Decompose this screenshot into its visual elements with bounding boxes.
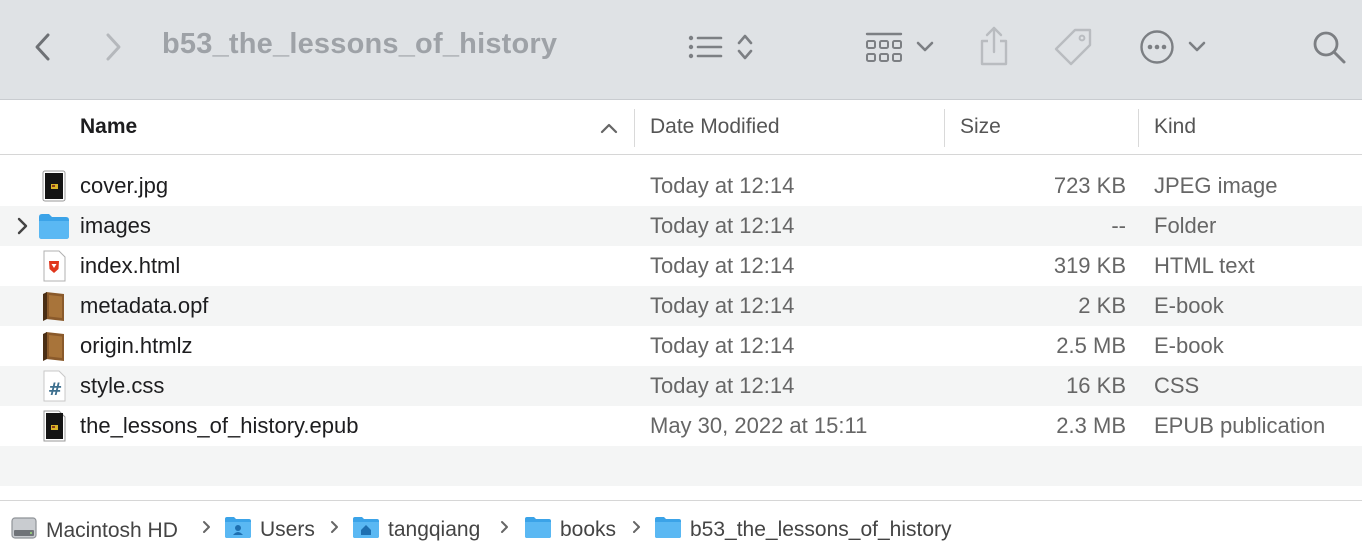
file-name: cover.jpg	[80, 173, 169, 198]
file-size: 319 KB	[1053, 253, 1126, 278]
file-row[interactable]: # style.css Today at 12:14 16 KB CSS	[0, 366, 1362, 406]
path-item-macintosh-hd[interactable]: Macintosh HD	[10, 515, 178, 546]
path-item-books[interactable]: books	[524, 515, 616, 544]
html-file-icon	[40, 250, 68, 282]
file-kind: E-book	[1154, 293, 1224, 318]
file-date: Today at 12:14	[650, 173, 795, 198]
file-kind: HTML text	[1154, 253, 1255, 278]
search-icon[interactable]	[1310, 28, 1348, 66]
path-item-users[interactable]: Users	[224, 515, 315, 544]
toolbar: b53_the_lessons_of_history	[0, 0, 1362, 100]
file-row[interactable]: index.html Today at 12:14 319 KB HTML te…	[0, 246, 1362, 286]
file-kind: EPUB publication	[1154, 413, 1326, 438]
file-date: Today at 12:14	[650, 373, 795, 398]
empty-row-band	[0, 446, 1362, 486]
folder-icon	[38, 212, 70, 240]
ebook-icon	[40, 290, 68, 322]
file-name: index.html	[80, 253, 181, 278]
epub-file-icon	[40, 410, 68, 442]
file-kind: Folder	[1154, 213, 1217, 238]
users-folder-icon	[224, 515, 252, 544]
path-bar: Macintosh HD Users tangqiang books b53_t…	[0, 500, 1362, 553]
path-item-current-folder[interactable]: b53_the_lessons_of_history	[654, 515, 952, 544]
column-divider[interactable]	[944, 109, 945, 147]
column-header: Name Date Modified Size Kind	[0, 101, 1362, 155]
tag-icon[interactable]	[1052, 26, 1094, 68]
path-separator-icon	[632, 520, 641, 539]
sort-updown-icon[interactable]	[734, 30, 756, 64]
list-view-icon[interactable]	[686, 30, 724, 64]
path-item-tangqiang[interactable]: tangqiang	[352, 515, 480, 544]
path-item-label: tangqiang	[388, 517, 481, 541]
file-size: 723 KB	[1053, 173, 1126, 198]
sort-ascending-icon[interactable]	[600, 121, 618, 139]
window-title: b53_the_lessons_of_history	[162, 28, 558, 60]
file-size: 2 KB	[1078, 293, 1126, 318]
group-icon[interactable]	[862, 28, 906, 66]
file-size: 2.3 MB	[1056, 413, 1126, 438]
ebook-icon	[40, 330, 68, 362]
column-date-modified[interactable]: Date Modified	[650, 115, 780, 139]
column-kind[interactable]: Kind	[1154, 115, 1196, 139]
file-name: metadata.opf	[80, 293, 209, 318]
file-name: style.css	[80, 373, 165, 398]
folder-icon	[654, 515, 682, 544]
file-kind: JPEG image	[1154, 173, 1278, 198]
column-divider[interactable]	[634, 109, 635, 147]
more-chevron-down-icon[interactable]	[1186, 36, 1208, 58]
file-date: Today at 12:14	[650, 333, 795, 358]
more-icon[interactable]	[1138, 28, 1176, 66]
path-item-label: books	[560, 517, 617, 541]
file-name: the_lessons_of_history.epub	[80, 413, 359, 438]
path-item-label: Macintosh HD	[46, 518, 178, 542]
back-icon[interactable]	[28, 30, 56, 64]
file-row[interactable]: images Today at 12:14 -- Folder	[0, 206, 1362, 246]
file-row[interactable]: cover.jpg Today at 12:14 723 KB JPEG ima…	[0, 166, 1362, 206]
path-separator-icon	[500, 520, 509, 539]
path-separator-icon	[202, 520, 211, 539]
column-size[interactable]: Size	[960, 115, 1001, 139]
chevron-down-icon[interactable]	[914, 36, 936, 58]
file-kind: CSS	[1154, 373, 1200, 398]
svg-text:#: #	[48, 380, 62, 400]
folder-icon	[524, 515, 552, 544]
file-row[interactable]: origin.htmlz Today at 12:14 2.5 MB E-boo…	[0, 326, 1362, 366]
file-date: Today at 12:14	[650, 293, 795, 318]
file-row[interactable]: the_lessons_of_history.epub May 30, 2022…	[0, 406, 1362, 446]
file-date: Today at 12:14	[650, 213, 795, 238]
hard-drive-icon	[10, 515, 38, 546]
file-date: Today at 12:14	[650, 253, 795, 278]
file-size: 2.5 MB	[1056, 333, 1126, 358]
file-date: May 30, 2022 at 15:11	[650, 413, 868, 438]
forward-icon[interactable]	[100, 30, 128, 64]
path-item-label: Users	[260, 517, 315, 541]
file-kind: E-book	[1154, 333, 1224, 358]
css-file-icon: #	[40, 370, 68, 402]
home-folder-icon	[352, 515, 380, 544]
jpeg-file-icon	[40, 170, 68, 202]
file-name: images	[80, 213, 151, 238]
column-name[interactable]: Name	[80, 115, 137, 139]
column-divider[interactable]	[1138, 109, 1139, 147]
file-row[interactable]: metadata.opf Today at 12:14 2 KB E-book	[0, 286, 1362, 326]
file-list: cover.jpg Today at 12:14 723 KB JPEG ima…	[0, 166, 1362, 446]
file-size: 16 KB	[1066, 373, 1126, 398]
share-icon[interactable]	[976, 24, 1012, 68]
path-item-label: b53_the_lessons_of_history	[690, 517, 952, 541]
file-size: --	[1111, 213, 1126, 238]
path-separator-icon	[330, 520, 339, 539]
disclosure-triangle-icon[interactable]	[16, 217, 28, 240]
file-name: origin.htmlz	[80, 333, 193, 358]
